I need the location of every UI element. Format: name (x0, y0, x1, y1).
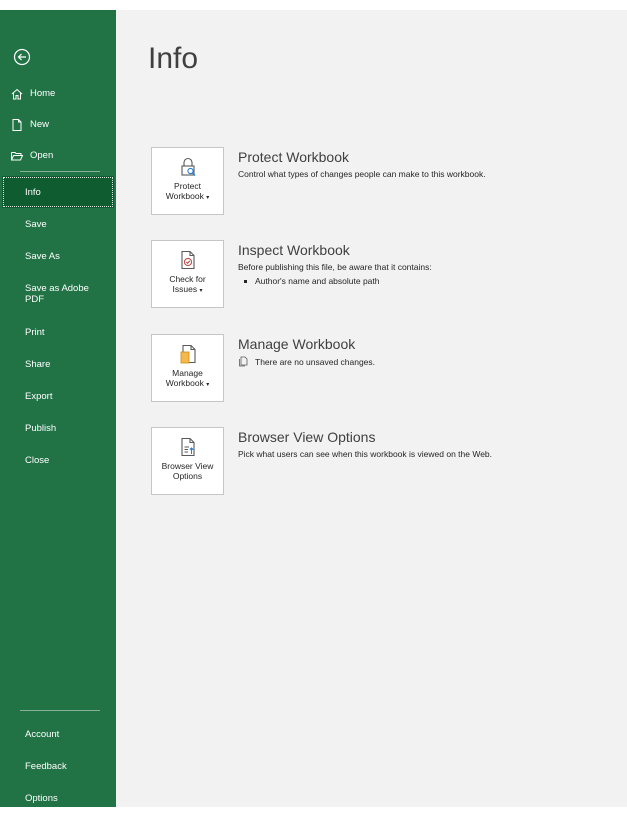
sidebar-item-export[interactable]: Export (0, 380, 116, 412)
bullet-icon (244, 279, 247, 283)
section-title: Protect Workbook (238, 149, 350, 165)
dropdown-arrow-icon: ▾ (206, 382, 210, 388)
tile-label-line1: Manage (172, 368, 203, 378)
dropdown-arrow-icon: ▾ (206, 195, 210, 201)
sidebar-item-home[interactable]: Home (0, 78, 116, 109)
sidebar-item-label: Account (25, 728, 60, 740)
sidebar-item-publish[interactable]: Publish (0, 412, 116, 444)
sidebar-item-label: Feedback (25, 760, 67, 772)
sidebar-item-account[interactable]: Account (0, 718, 116, 750)
sidebar-item-feedback[interactable]: Feedback (0, 750, 116, 782)
browser-view-icon (180, 437, 195, 457)
sidebar-item-close[interactable]: Close (0, 444, 116, 476)
sidebar-item-label: New (30, 119, 50, 130)
sidebar-item-label: Open (30, 150, 54, 161)
tile-label-text: Workbook (165, 191, 204, 201)
tile-label: Manage Workbook ▾ (166, 368, 210, 390)
sidebar-top-nav: Home New Open (0, 78, 116, 171)
lock-icon (180, 157, 195, 176)
tile-label-text: Workbook (165, 378, 204, 388)
home-icon (10, 87, 24, 101)
list-item: Author's name and absolute path (238, 276, 618, 286)
manage-workbook-icon (180, 344, 196, 364)
tile-label-line1: Check for (169, 274, 206, 284)
sidebar-item-options[interactable]: Options (0, 782, 116, 814)
tile-label-line1: Browser View (161, 461, 214, 471)
sidebar-item-label: Save (25, 218, 47, 230)
inspect-document-icon (180, 250, 195, 270)
sidebar-item-label: Share (25, 358, 51, 370)
sidebar-item-label: Print (25, 326, 45, 338)
status-text: There are no unsaved changes. (255, 356, 376, 367)
backstage-sidebar: Home New Open Info Save Save As Save as … (0, 10, 116, 807)
dropdown-arrow-icon: ▾ (199, 288, 203, 294)
tile-label-line2: Workbook ▾ (166, 378, 210, 390)
back-arrow-icon (13, 48, 31, 66)
sidebar-bottom-nav: Account Feedback Options (0, 718, 116, 814)
sidebar-item-save[interactable]: Save (0, 208, 116, 240)
sidebar-item-new[interactable]: New (0, 109, 116, 140)
sidebar-item-label: Save As (25, 250, 60, 262)
back-button[interactable] (10, 45, 34, 69)
document-versions-icon (238, 356, 249, 367)
section-title: Inspect Workbook (238, 242, 350, 258)
unsaved-changes-status: There are no unsaved changes. (238, 356, 618, 367)
tile-label-line2: Workbook ▾ (166, 191, 210, 203)
new-document-icon (10, 118, 24, 132)
browser-view-options-button[interactable]: Browser View Options (151, 427, 224, 495)
tile-label: Browser View Options (162, 461, 214, 481)
page-title: Info (148, 42, 199, 75)
sidebar-item-label: Export (25, 390, 53, 402)
tile-label-line2: Issues ▾ (169, 284, 205, 296)
section-title: Manage Workbook (238, 336, 356, 352)
protect-workbook-button[interactable]: Protect Workbook ▾ (151, 147, 224, 215)
info-pane: Info Protect Workbook ▾ Protect Workbook… (116, 10, 627, 807)
sidebar-item-info[interactable]: Info (2, 176, 114, 208)
bullet-text: Author's name and absolute path (255, 276, 380, 286)
sidebar-item-label: Info (25, 186, 41, 198)
sidebar-item-save-as[interactable]: Save As (0, 240, 116, 272)
sidebar-item-open[interactable]: Open (0, 140, 116, 171)
sidebar-divider (20, 710, 100, 711)
tile-label-text: Issues (172, 284, 198, 294)
inspect-workbook-text: Inspect Workbook Before publishing this … (238, 242, 618, 286)
sidebar-item-label: Save as Adobe PDF (25, 283, 89, 305)
open-folder-icon (10, 149, 24, 163)
tile-label: Protect Workbook ▾ (166, 181, 210, 203)
protect-workbook-text: Protect Workbook Control what types of c… (238, 149, 618, 180)
section-description: Before publishing this file, be aware th… (238, 262, 432, 272)
browser-view-options-text: Browser View Options Pick what users can… (238, 429, 618, 460)
section-title: Browser View Options (238, 429, 376, 445)
sidebar-item-label: Options (25, 792, 58, 804)
section-description: Pick what users can see when this workbo… (238, 449, 493, 459)
manage-workbook-button[interactable]: Manage Workbook ▾ (151, 334, 224, 402)
manage-workbook-text: Manage Workbook There are no unsaved cha… (238, 336, 618, 367)
sidebar-main-nav: Info Save Save As Save as Adobe PDF Prin… (0, 176, 116, 476)
tile-label: Check for Issues ▾ (169, 274, 205, 296)
sidebar-divider (20, 171, 100, 172)
sidebar-item-share[interactable]: Share (0, 348, 116, 380)
sidebar-item-label: Publish (25, 422, 57, 434)
sidebar-item-label: Close (25, 454, 50, 466)
sidebar-item-save-as-adobe-pdf[interactable]: Save as Adobe PDF (0, 272, 116, 316)
check-for-issues-button[interactable]: Check for Issues ▾ (151, 240, 224, 308)
sidebar-item-label: Home (30, 88, 56, 99)
tile-label-line2: Options (172, 471, 203, 481)
tile-label-line1: Protect (174, 181, 201, 191)
sidebar-item-print[interactable]: Print (0, 316, 116, 348)
section-description: Control what types of changes people can… (238, 169, 486, 179)
